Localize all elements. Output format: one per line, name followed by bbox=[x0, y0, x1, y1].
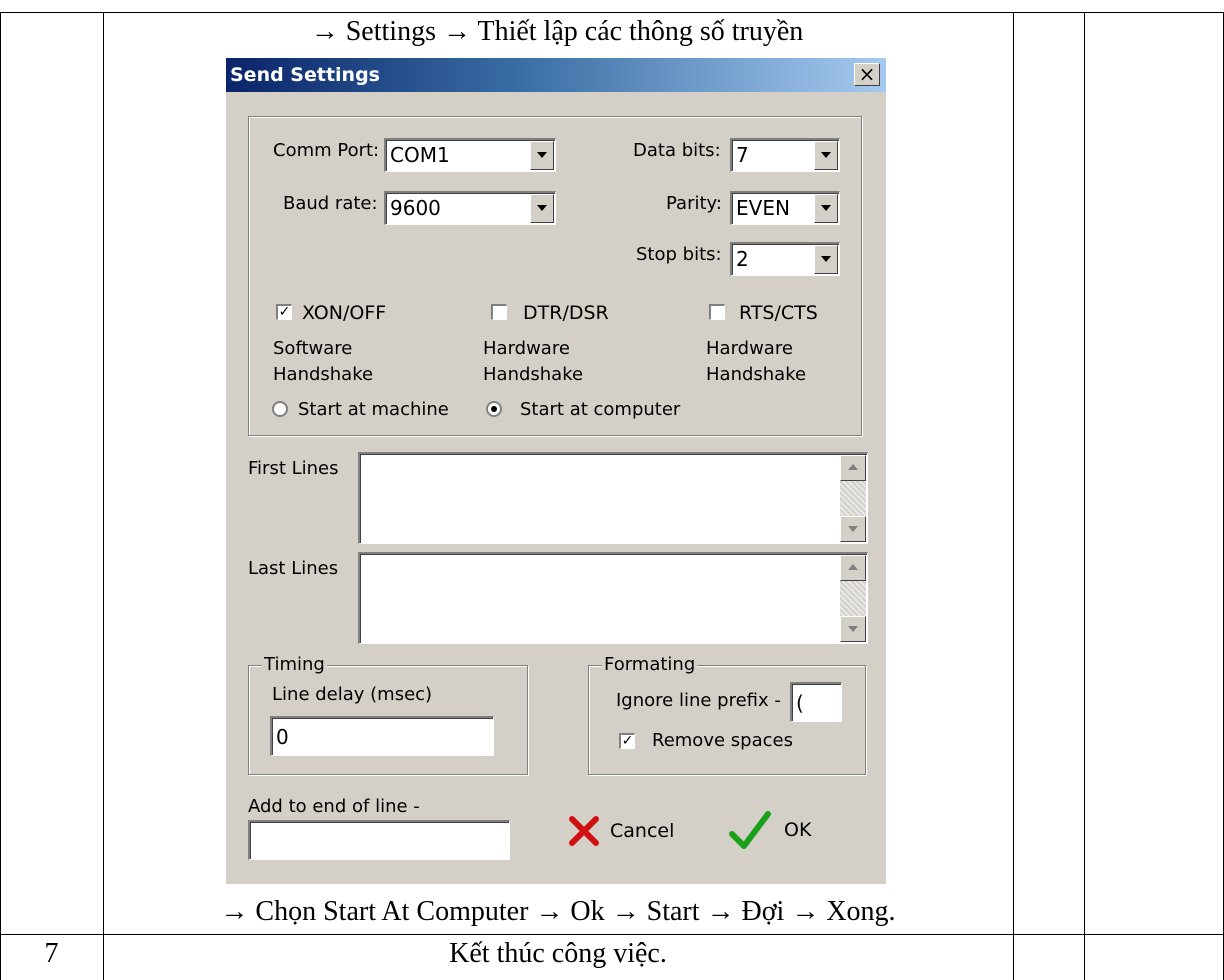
first-lines-textarea[interactable] bbox=[358, 452, 868, 544]
last-lines-scrollbar[interactable] bbox=[840, 555, 866, 642]
chevron-down-icon[interactable] bbox=[530, 141, 554, 170]
rts-cts-sub1: Hardware bbox=[706, 338, 793, 359]
parity-select[interactable]: EVEN bbox=[730, 191, 840, 225]
scroll-up-icon[interactable] bbox=[840, 455, 866, 481]
xon-off-checkbox[interactable]: ✓ bbox=[276, 304, 292, 320]
ignore-prefix-input[interactable]: ( bbox=[790, 682, 842, 722]
data-bits-label: Data bits: bbox=[633, 140, 721, 161]
bottom-caption: → Chọn Start At Computer → Ok → Start → … bbox=[220, 896, 896, 927]
top-caption-text: → Settings → Thiết lập các thông số truy… bbox=[310, 16, 804, 47]
send-settings-dialog: Send Settings × Comm Port: COM1 Baud rat… bbox=[226, 58, 886, 884]
start-at-computer-radio[interactable] bbox=[486, 401, 502, 417]
start-at-machine-label: Start at machine bbox=[298, 399, 449, 420]
xon-off-sub2: Handshake bbox=[273, 364, 374, 385]
row-number: 7 bbox=[44, 938, 59, 969]
rts-cts-label: RTS/CTS bbox=[739, 302, 818, 324]
comm-port-label: Comm Port: bbox=[273, 140, 380, 161]
timing-legend: Timing bbox=[262, 654, 327, 675]
ignore-prefix-value: ( bbox=[796, 691, 804, 715]
close-button[interactable]: × bbox=[854, 63, 880, 86]
scroll-up-icon[interactable] bbox=[840, 555, 866, 581]
chevron-down-icon[interactable] bbox=[814, 194, 838, 223]
remove-spaces-label: Remove spaces bbox=[652, 730, 793, 751]
chevron-down-icon[interactable] bbox=[814, 141, 838, 170]
data-bits-select[interactable]: 7 bbox=[730, 138, 840, 172]
dialog-title: Send Settings bbox=[230, 64, 380, 86]
line-delay-label: Line delay (msec) bbox=[272, 684, 433, 705]
cancel-label: Cancel bbox=[610, 820, 675, 842]
ok-check-icon bbox=[729, 811, 771, 849]
comm-port-value: COM1 bbox=[390, 143, 450, 167]
ok-button[interactable]: OK bbox=[728, 808, 811, 852]
chevron-down-icon[interactable] bbox=[530, 194, 554, 223]
scroll-down-icon[interactable] bbox=[840, 616, 866, 642]
cancel-x-icon bbox=[569, 816, 599, 846]
add-end-label: Add to end of line - bbox=[248, 796, 420, 817]
xon-off-sub1: Software bbox=[273, 338, 353, 359]
table-border-top bbox=[0, 12, 1224, 13]
formating-legend: Formating bbox=[602, 654, 698, 675]
table-border-row bbox=[0, 934, 1224, 935]
remove-spaces-checkbox[interactable]: ✓ bbox=[619, 733, 635, 749]
start-at-machine-radio[interactable] bbox=[272, 401, 288, 417]
dtr-dsr-label: DTR/DSR bbox=[523, 302, 609, 324]
first-lines-scrollbar[interactable] bbox=[840, 455, 866, 542]
stop-bits-label: Stop bits: bbox=[636, 244, 722, 265]
line-delay-input[interactable]: 0 bbox=[270, 716, 494, 756]
last-lines-textarea[interactable] bbox=[358, 552, 868, 644]
ok-label: OK bbox=[784, 819, 812, 841]
cancel-button[interactable]: Cancel bbox=[566, 813, 674, 849]
table-border-col3 bbox=[1084, 12, 1085, 980]
table-border-col2 bbox=[1013, 12, 1014, 980]
line-delay-value: 0 bbox=[276, 725, 289, 749]
start-at-computer-label: Start at computer bbox=[520, 399, 681, 420]
last-lines-label: Last Lines bbox=[248, 558, 339, 579]
rts-cts-sub2: Handshake bbox=[706, 364, 807, 385]
ignore-prefix-label: Ignore line prefix - bbox=[616, 690, 781, 711]
title-bar[interactable]: Send Settings × bbox=[226, 58, 886, 92]
table-border-left bbox=[0, 12, 1, 980]
row-text: Kết thúc công việc. bbox=[449, 938, 667, 969]
dtr-dsr-sub1: Hardware bbox=[483, 338, 570, 359]
scroll-down-icon[interactable] bbox=[840, 516, 866, 542]
top-caption: → Settings → Thiết lập các thông số truy… bbox=[0, 16, 1224, 48]
table-border-col1 bbox=[103, 12, 104, 980]
parity-value: EVEN bbox=[736, 196, 790, 220]
close-icon: × bbox=[858, 62, 876, 86]
rts-cts-checkbox[interactable] bbox=[709, 304, 725, 320]
xon-off-label: XON/OFF bbox=[302, 302, 387, 324]
stop-bits-value: 2 bbox=[736, 247, 749, 271]
first-lines-label: First Lines bbox=[248, 458, 339, 479]
add-end-input[interactable] bbox=[248, 820, 510, 860]
baud-rate-value: 9600 bbox=[390, 196, 441, 220]
comm-port-select[interactable]: COM1 bbox=[384, 138, 556, 172]
stop-bits-select[interactable]: 2 bbox=[730, 242, 840, 276]
baud-rate-label: Baud rate: bbox=[283, 193, 378, 214]
baud-rate-select[interactable]: 9600 bbox=[384, 191, 556, 225]
chevron-down-icon[interactable] bbox=[814, 245, 838, 274]
parity-label: Parity: bbox=[666, 193, 722, 214]
dtr-dsr-sub2: Handshake bbox=[483, 364, 584, 385]
dtr-dsr-checkbox[interactable] bbox=[491, 304, 507, 320]
data-bits-value: 7 bbox=[736, 143, 749, 167]
